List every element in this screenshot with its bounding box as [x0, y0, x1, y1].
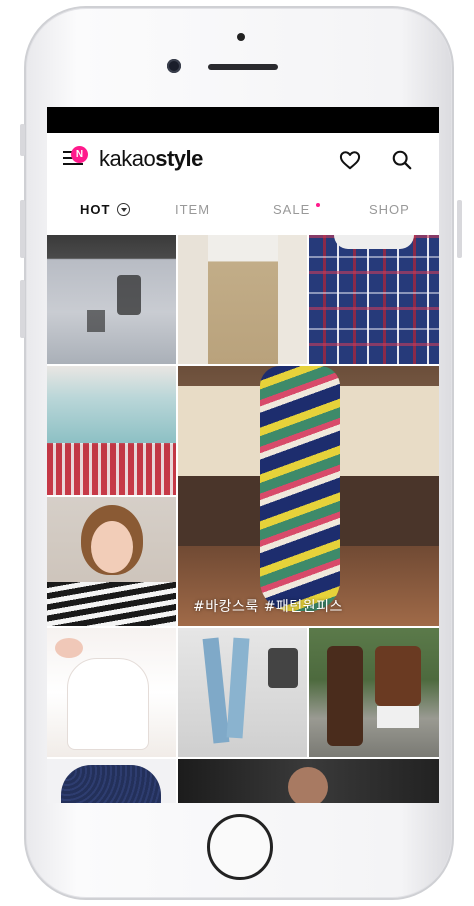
tab-sale[interactable]: SALE — [273, 202, 310, 217]
earpiece-speaker — [208, 64, 278, 70]
category-tabs: HOT ITEM SALE SHOP — [47, 185, 439, 235]
app-screen: N kakaostyle HOT ITEM SALE SHOP #바캉스룩 #패… — [47, 107, 439, 803]
photo-grid: #바캉스룩 #패턴원피스 — [47, 235, 439, 803]
chevron-down-icon[interactable] — [117, 203, 130, 216]
photo-tile-brown-couple[interactable] — [309, 628, 439, 757]
home-button[interactable] — [207, 814, 273, 880]
photo-tile-dark-portrait[interactable] — [178, 759, 439, 803]
logo-bold: style — [155, 146, 203, 171]
front-camera — [167, 59, 181, 73]
photo-tile-beige-dress[interactable] — [178, 235, 307, 364]
search-icon[interactable] — [391, 149, 413, 171]
tab-hot[interactable]: HOT — [80, 202, 110, 217]
photo-tile-plaid-shirt[interactable] — [309, 235, 439, 364]
photo-tile-ruffle-knit[interactable] — [47, 366, 176, 495]
heart-icon[interactable] — [339, 150, 361, 170]
power-button — [457, 200, 462, 258]
proximity-sensor — [237, 33, 245, 41]
photo-tile-smiling-model[interactable] — [47, 497, 176, 626]
photo-tile-white-blouse[interactable] — [47, 628, 176, 757]
volume-up-button — [20, 200, 25, 258]
tab-shop[interactable]: SHOP — [369, 202, 410, 217]
photo-tile-ripped-jeans[interactable] — [47, 235, 176, 364]
status-bar — [47, 107, 439, 133]
app-header: N kakaostyle — [47, 133, 439, 185]
hashtag-caption: #바캉스룩 #패턴원피스 — [193, 599, 343, 615]
photo-tile-featured-pattern-dress[interactable]: #바캉스룩 #패턴원피스 — [178, 366, 439, 626]
volume-down-button — [20, 280, 25, 338]
photo-tile-blue-jeans[interactable] — [178, 628, 307, 757]
mute-switch — [20, 124, 25, 156]
sale-new-dot — [316, 203, 320, 207]
tab-item[interactable]: ITEM — [175, 202, 210, 217]
logo-regular: kakao — [99, 146, 156, 171]
app-logo[interactable]: kakaostyle — [99, 146, 203, 172]
notification-badge: N — [71, 146, 88, 163]
photo-tile-lace-top[interactable] — [47, 759, 176, 803]
